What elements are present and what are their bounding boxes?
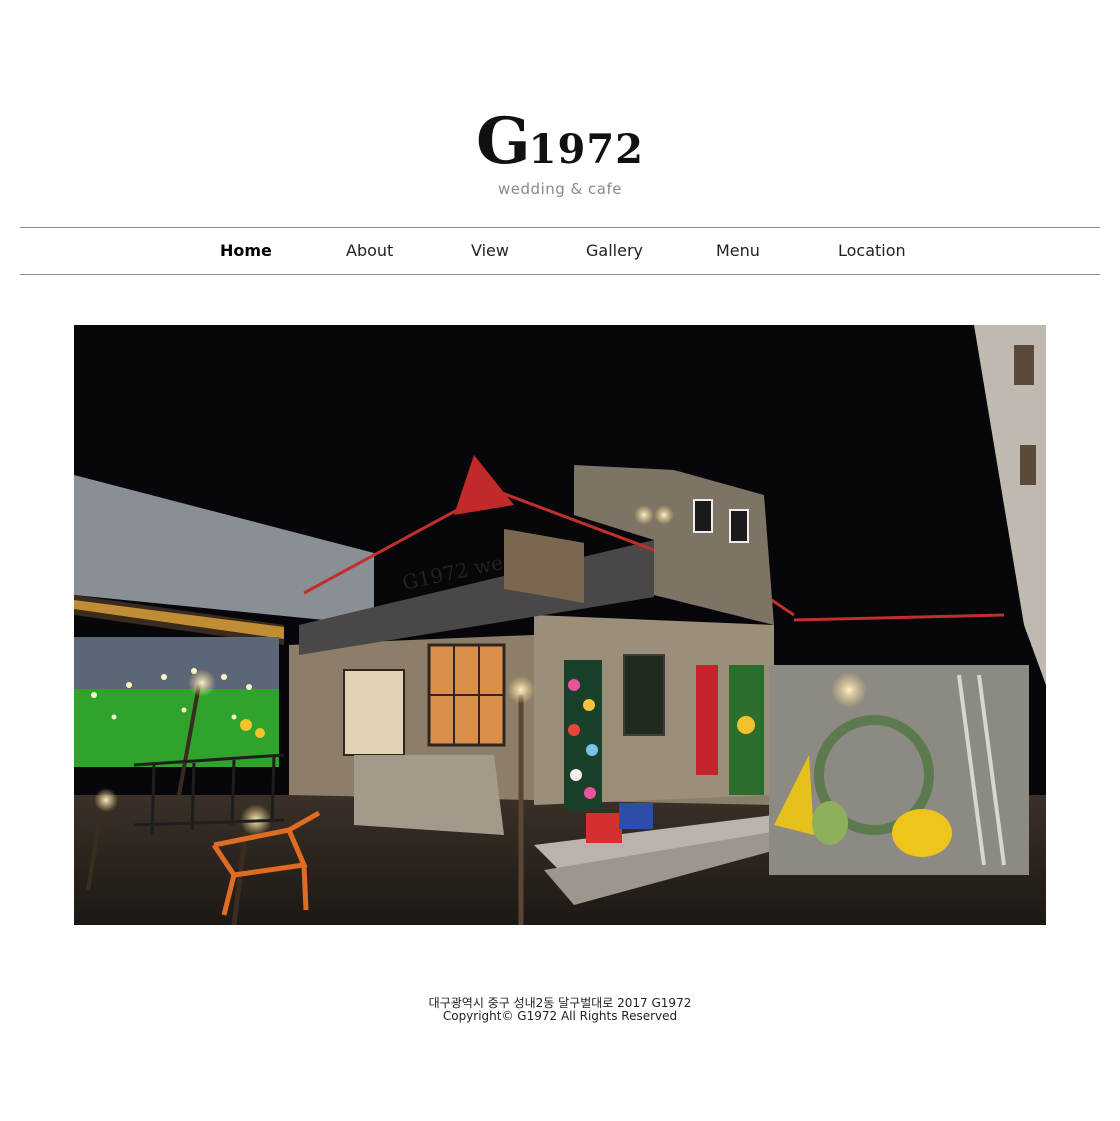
hero-photo: G1972 wedding	[74, 325, 1046, 925]
hero-cafe-night-illustration: G1972 wedding	[74, 325, 1046, 925]
logo-number: 1972	[528, 126, 644, 173]
yellow-chair	[892, 809, 952, 857]
red-door	[696, 665, 718, 775]
main-navigation: Home About View Gallery Menu Location	[20, 227, 1100, 275]
nav-item-about[interactable]: About	[346, 228, 393, 274]
blue-stool	[619, 803, 653, 829]
site-header: G1972 wedding & cafe	[0, 0, 1120, 226]
nav-item-gallery[interactable]: Gallery	[586, 228, 643, 274]
footer-copyright: Copyright© G1972 All Rights Reserved	[442, 1009, 678, 1023]
nav-item-home[interactable]: Home	[220, 228, 272, 274]
green-chair	[812, 801, 848, 845]
logo-letter: G	[476, 104, 531, 179]
nav-item-menu[interactable]: Menu	[716, 228, 760, 274]
site-logo[interactable]: G1972	[0, 110, 1120, 174]
site-footer: 대구광역시 중구 성내2동 달구벌대로 2017 G1972 Copyright…	[0, 997, 1120, 1023]
nav-item-location[interactable]: Location	[838, 228, 906, 274]
site-tagline: wedding & cafe	[498, 180, 622, 198]
red-stool	[586, 813, 622, 843]
nav-item-view[interactable]: View	[471, 228, 509, 274]
